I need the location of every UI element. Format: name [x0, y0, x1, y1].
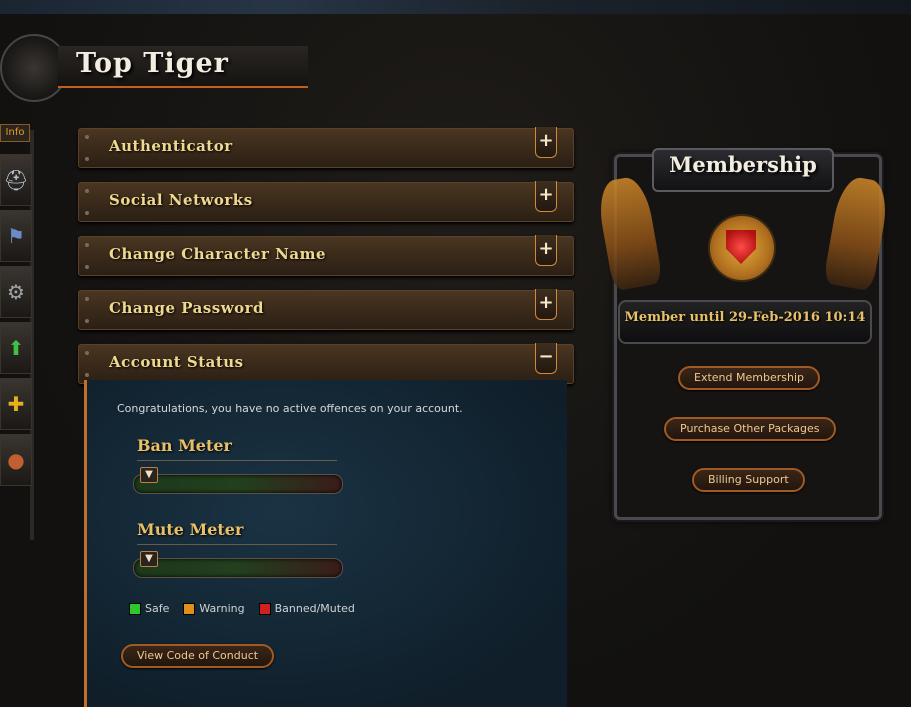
view-code-of-conduct-button[interactable]: View Code of Conduct	[121, 644, 275, 668]
banned-swatch	[258, 602, 271, 615]
add-friend-icon[interactable]: ✚	[0, 378, 32, 430]
divider	[137, 544, 337, 545]
expand-plus-icon[interactable]: +	[535, 235, 557, 266]
accordion-change-password[interactable]: Change Password +	[78, 289, 574, 330]
rivet	[85, 243, 89, 247]
rivet	[85, 297, 89, 301]
expand-plus-icon[interactable]: +	[535, 127, 557, 158]
legend-label: Banned/Muted	[274, 602, 355, 615]
accordion-label: Social Networks	[109, 191, 253, 209]
divider	[137, 460, 337, 461]
status-message: Congratulations, you have no active offe…	[117, 402, 463, 415]
rivet	[85, 351, 89, 355]
helmet-icon[interactable]: ⛑	[0, 154, 32, 206]
upgrade-arrow-icon[interactable]: ⬆	[0, 322, 32, 374]
mute-meter-bar: ▼	[133, 551, 343, 578]
legend-label: Warning	[199, 602, 245, 615]
page-title: Top Tiger	[76, 48, 229, 79]
rivet	[85, 373, 89, 377]
accordion-label: Authenticator	[109, 137, 233, 155]
rivet	[85, 189, 89, 193]
extend-membership-button[interactable]: Extend Membership	[678, 366, 820, 390]
accordion-account-status[interactable]: Account Status −	[78, 343, 574, 384]
membership-until-text: Member until 29-Feb-2016 10:14	[624, 310, 866, 325]
rivet	[85, 157, 89, 161]
membership-panel: Membership Member until 29-Feb-2016 10:1…	[594, 142, 892, 522]
accordion-authenticator[interactable]: Authenticator +	[78, 127, 574, 168]
ban-meter-title: Ban Meter	[137, 436, 232, 455]
rivet	[85, 319, 89, 323]
rivet	[85, 135, 89, 139]
accordion-label: Change Password	[109, 299, 265, 317]
expand-plus-icon[interactable]: +	[535, 181, 557, 212]
sidebar: Info ⛑ ⚑ ⚙ ⬆ ✚ ●	[0, 124, 32, 504]
page-header: Top Tiger	[0, 28, 320, 102]
accordion-change-character-name[interactable]: Change Character Name +	[78, 235, 574, 276]
ban-meter-pointer-icon: ▼	[140, 467, 158, 483]
mouse-icon[interactable]: ●	[0, 434, 32, 486]
meter-legend: Safe Warning Banned/Muted	[129, 602, 355, 615]
mute-meter-pointer-icon: ▼	[140, 551, 158, 567]
sidebar-tab-info[interactable]: Info	[0, 124, 30, 142]
legend-label: Safe	[145, 602, 170, 615]
ban-meter-bar: ▼	[133, 467, 343, 494]
membership-title: Membership	[669, 152, 817, 177]
mute-meter-title: Mute Meter	[137, 520, 244, 539]
warning-swatch	[183, 602, 196, 615]
accordion-label: Change Character Name	[109, 245, 326, 263]
rivet	[85, 211, 89, 215]
expand-plus-icon[interactable]: +	[535, 289, 557, 320]
legend-banned: Banned/Muted	[258, 602, 355, 615]
top-background-strip	[0, 0, 911, 14]
safe-swatch	[129, 602, 141, 615]
gear-icon[interactable]: ⚙	[0, 266, 32, 318]
accordion-social-networks[interactable]: Social Networks +	[78, 181, 574, 222]
banner-icon[interactable]: ⚑	[0, 210, 32, 262]
billing-support-button[interactable]: Billing Support	[692, 468, 805, 492]
rivet	[85, 265, 89, 269]
account-status-panel: Congratulations, you have no active offe…	[84, 380, 567, 707]
collapse-minus-icon[interactable]: −	[535, 343, 557, 374]
accordion-label: Account Status	[109, 353, 244, 371]
purchase-other-packages-button[interactable]: Purchase Other Packages	[664, 417, 836, 441]
legend-warning: Warning	[183, 602, 245, 615]
legend-safe: Safe	[129, 602, 169, 615]
